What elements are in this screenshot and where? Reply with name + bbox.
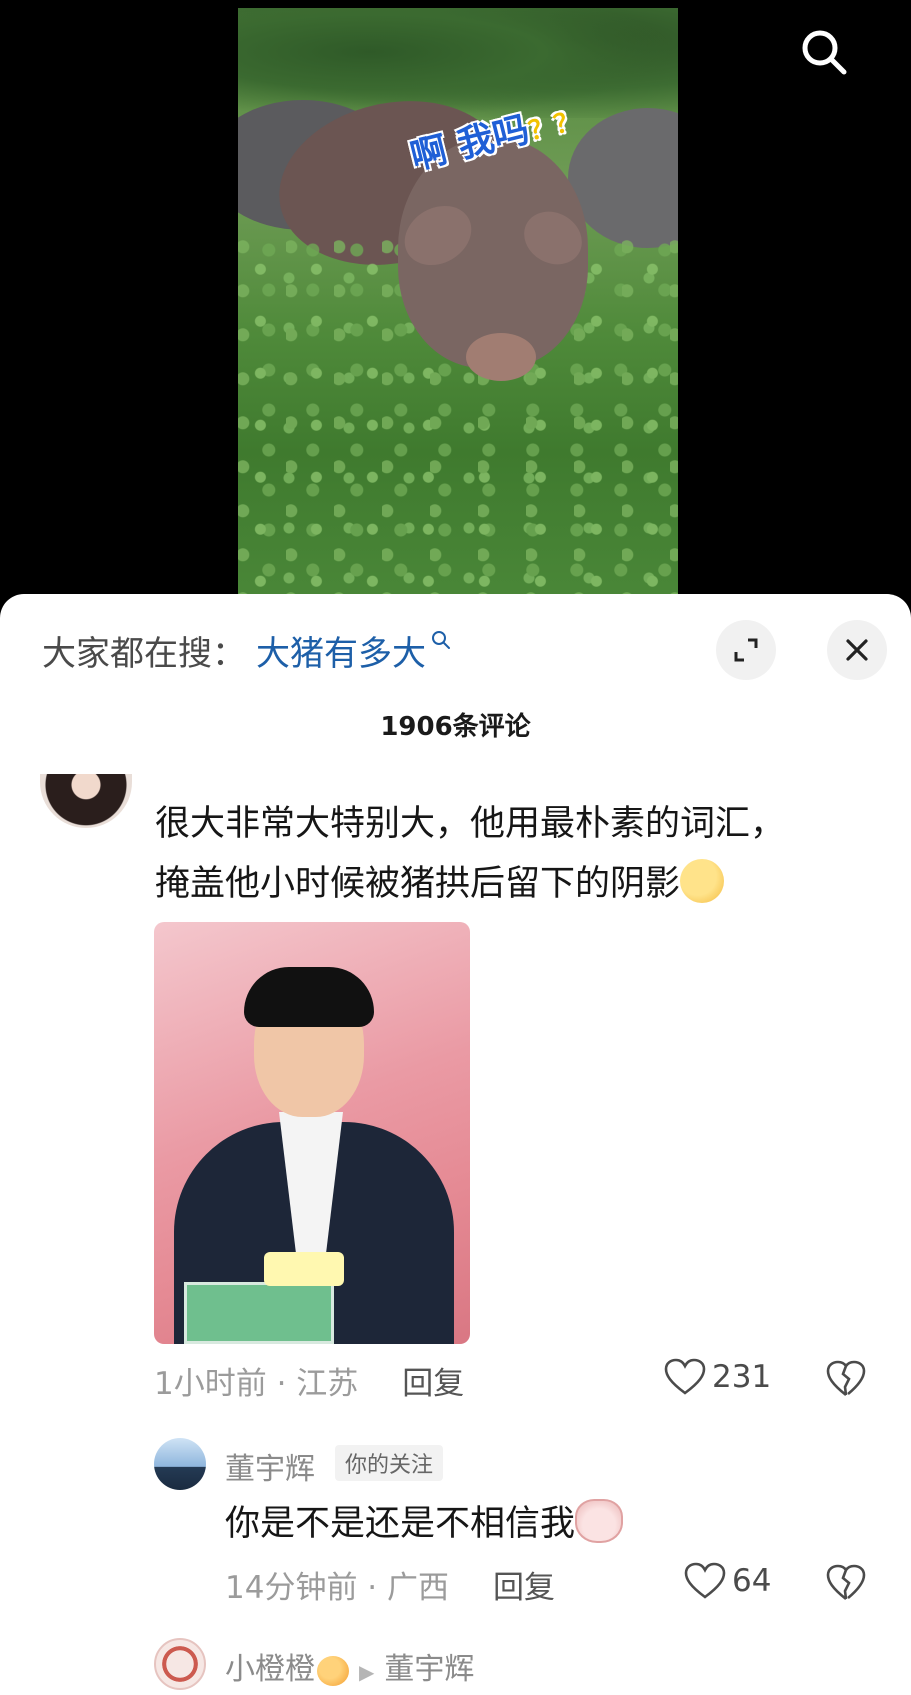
broken-heart-icon [826, 1564, 866, 1601]
comment-text: 你是不是还是不相信我 [225, 1494, 624, 1554]
expand-icon [734, 638, 758, 662]
avatar[interactable] [154, 1438, 206, 1490]
heart-icon [664, 1358, 706, 1395]
image-sticker [264, 1252, 344, 1286]
trending-search[interactable]: 大家都在搜： 大猪有多大 [42, 626, 452, 674]
comment-meta: 14分钟前 · 广西 回复 [225, 1562, 555, 1607]
comment-text-line: 你是不是还是不相信我 [225, 1504, 576, 1544]
avatar[interactable] [40, 774, 132, 828]
image-hair [244, 967, 374, 1027]
dislike-button[interactable] [826, 1564, 866, 1606]
broken-heart-icon [826, 1360, 866, 1397]
like-button[interactable]: 64 [684, 1562, 771, 1600]
orange-emoji-icon [317, 1655, 349, 1686]
comment-image[interactable] [154, 922, 470, 1344]
video-player[interactable]: 啊 我吗？？ [0, 0, 911, 600]
video-frame[interactable]: 啊 我吗？？ [238, 8, 678, 600]
heart-icon [684, 1562, 726, 1599]
avatar[interactable] [154, 1638, 206, 1690]
comment-text-line: 很大非常大特别大，他用最朴素的词汇， [155, 804, 786, 844]
search-small-icon [432, 631, 450, 649]
image-tray [184, 1282, 334, 1344]
pig-snout [466, 333, 536, 381]
comment-time-location: 1小时前 · 江苏 [154, 1366, 359, 1402]
dislike-button[interactable] [826, 1360, 866, 1402]
username[interactable]: 小橙橙 [225, 1652, 315, 1687]
comment-time-location: 14分钟前 · 广西 [225, 1570, 450, 1606]
expand-button[interactable] [716, 620, 776, 680]
close-button[interactable] [827, 620, 887, 680]
comments-panel: 大家都在搜： 大猪有多大 1906条评论 很大非常大特别大，他用最朴素的词汇， … [0, 594, 911, 1695]
trending-prefix: 大家都在搜： [42, 633, 246, 674]
comment-text-line: 掩盖他小时候被猪拱后留下的阴影 [155, 864, 681, 904]
like-count: 231 [712, 1359, 772, 1395]
username[interactable]: 董宇辉 [225, 1444, 315, 1488]
reply-header: 小橙橙 ▶ 董宇辉 [225, 1644, 474, 1688]
comment-count: 1906条评论 [380, 712, 531, 742]
like-button[interactable]: 231 [664, 1358, 771, 1396]
like-count: 64 [732, 1563, 772, 1599]
reply-button[interactable]: 回复 [402, 1358, 464, 1403]
close-icon [846, 639, 868, 661]
trending-term-link[interactable]: 大猪有多大 [256, 626, 426, 675]
reply-button[interactable]: 回复 [493, 1562, 555, 1607]
smirk-emoji-icon [680, 859, 725, 903]
comment-text: 很大非常大特别大，他用最朴素的词汇， 掩盖他小时候被猪拱后留下的阴影 [155, 794, 785, 914]
search-button[interactable] [796, 24, 852, 80]
video-caption-mark: ？？ [525, 105, 584, 148]
comment-meta: 1小时前 · 江苏 回复 [154, 1358, 464, 1403]
cat-emoji-icon [575, 1499, 624, 1543]
reply-to-username[interactable]: 董宇辉 [384, 1652, 474, 1687]
following-badge: 你的关注 [335, 1445, 444, 1481]
reply-arrow-icon: ▶ [359, 1660, 375, 1684]
search-icon [802, 30, 847, 75]
